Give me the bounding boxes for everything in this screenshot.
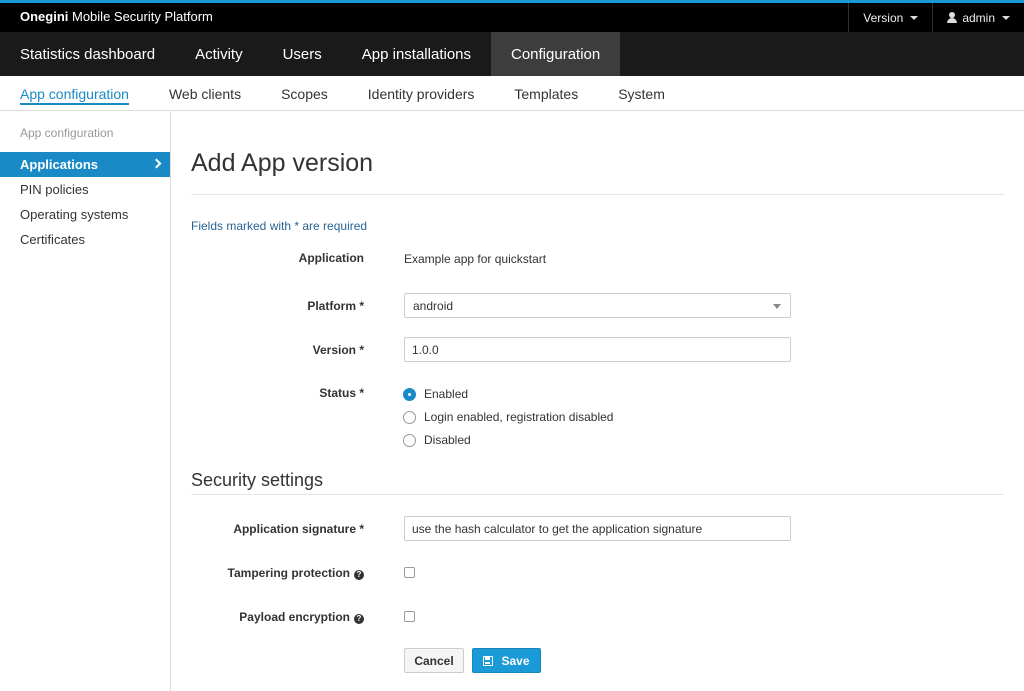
application-signature-value: use the hash calculator to get the appli…	[412, 521, 703, 536]
radio-button[interactable]	[403, 410, 416, 424]
top-right-menu: Version admin	[848, 3, 1024, 32]
sidebar-item-certificates[interactable]: Certificates	[0, 227, 170, 252]
application-value: Example app for quickstart	[404, 252, 547, 266]
application-label: Application	[298, 251, 364, 265]
title-divider	[191, 194, 1004, 195]
tab-scopes[interactable]: Scopes	[261, 76, 348, 111]
section-divider	[191, 494, 1004, 495]
question-circle-icon[interactable]: ?	[354, 614, 364, 624]
nav-activity[interactable]: Activity	[175, 32, 263, 76]
brand-logo: Onegini Mobile Security Platform	[20, 9, 213, 24]
dropdown-arrow-icon	[773, 304, 781, 309]
sidebar-item-label: Applications	[20, 157, 99, 172]
user-icon	[947, 12, 958, 23]
platform-select[interactable]: android	[404, 293, 791, 318]
sidebar-item-label: Certificates	[20, 232, 86, 247]
page-title: Add App version	[191, 149, 374, 177]
main-nav: Statistics dashboard Activity Users App …	[0, 32, 1024, 76]
version-input[interactable]: 1.0.0	[404, 337, 791, 362]
version-label: Version *	[312, 343, 364, 357]
sidebar-item-label: Operating systems	[20, 207, 129, 222]
payload-encryption-label: Payload encryption?	[239, 610, 364, 624]
payload-encryption-checkbox[interactable]	[404, 611, 415, 622]
platform-selected-value: android	[413, 298, 454, 313]
tampering-protection-label: Tampering protection?	[228, 566, 364, 580]
nav-users[interactable]: Users	[263, 32, 342, 76]
security-settings-heading: Security settings	[191, 470, 324, 490]
tab-system[interactable]: System	[598, 76, 685, 111]
sidebar-item-applications[interactable]: Applications	[0, 152, 170, 177]
nav-app-installations[interactable]: App installations	[342, 32, 491, 76]
status-option-enabled[interactable]: Enabled	[403, 387, 468, 401]
platform-label: Platform *	[307, 299, 364, 313]
user-dropdown[interactable]: admin	[932, 3, 1024, 32]
caret-down-icon	[910, 15, 919, 20]
top-bar: Onegini Mobile Security Platform Version…	[0, 0, 1024, 32]
tampering-protection-checkbox[interactable]	[404, 567, 415, 578]
version-dropdown[interactable]: Version	[848, 3, 932, 32]
nav-configuration[interactable]: Configuration	[491, 32, 621, 76]
status-option-label: Login enabled, registration disabled	[424, 410, 614, 424]
caret-down-icon	[1002, 15, 1010, 20]
save-button-label: Save	[501, 653, 530, 668]
save-icon	[483, 655, 494, 666]
radio-button[interactable]	[403, 387, 416, 401]
user-label: admin	[962, 10, 995, 25]
save-button[interactable]: Save	[472, 648, 541, 673]
question-circle-icon[interactable]: ?	[354, 570, 364, 580]
application-signature-label: Application signature *	[233, 522, 364, 536]
status-label: Status *	[319, 386, 364, 400]
chevron-right-icon	[151, 158, 162, 169]
tab-app-configuration[interactable]: App configuration	[0, 76, 149, 111]
sidebar-item-pin-policies[interactable]: PIN policies	[0, 177, 170, 202]
status-option-disabled[interactable]: Disabled	[403, 433, 471, 447]
cancel-button[interactable]: Cancel	[404, 648, 464, 673]
application-signature-input[interactable]: use the hash calculator to get the appli…	[404, 516, 791, 541]
status-option-label: Enabled	[424, 387, 469, 401]
sidebar-list: Applications PIN policies Operating syst…	[0, 152, 170, 252]
version-label: Version	[863, 10, 904, 25]
tab-templates[interactable]: Templates	[494, 76, 598, 111]
nav-statistics-dashboard[interactable]: Statistics dashboard	[0, 32, 175, 76]
status-option-label: Disabled	[424, 433, 471, 447]
sidebar-heading: App configuration	[20, 126, 114, 140]
sidebar: App configuration Applications PIN polic…	[0, 111, 171, 691]
required-fields-note: Fields marked with * are required	[191, 219, 368, 233]
sidebar-item-operating-systems[interactable]: Operating systems	[0, 202, 170, 227]
sub-nav: App configuration Web clients Scopes Ide…	[0, 76, 1024, 111]
status-option-login-enabled-registration-disabled[interactable]: Login enabled, registration disabled	[403, 410, 613, 424]
tab-web-clients[interactable]: Web clients	[149, 76, 261, 111]
radio-button[interactable]	[403, 433, 416, 447]
sidebar-item-label: PIN policies	[20, 182, 89, 197]
version-input-value: 1.0.0	[412, 342, 439, 357]
tab-identity-providers[interactable]: Identity providers	[348, 76, 495, 111]
